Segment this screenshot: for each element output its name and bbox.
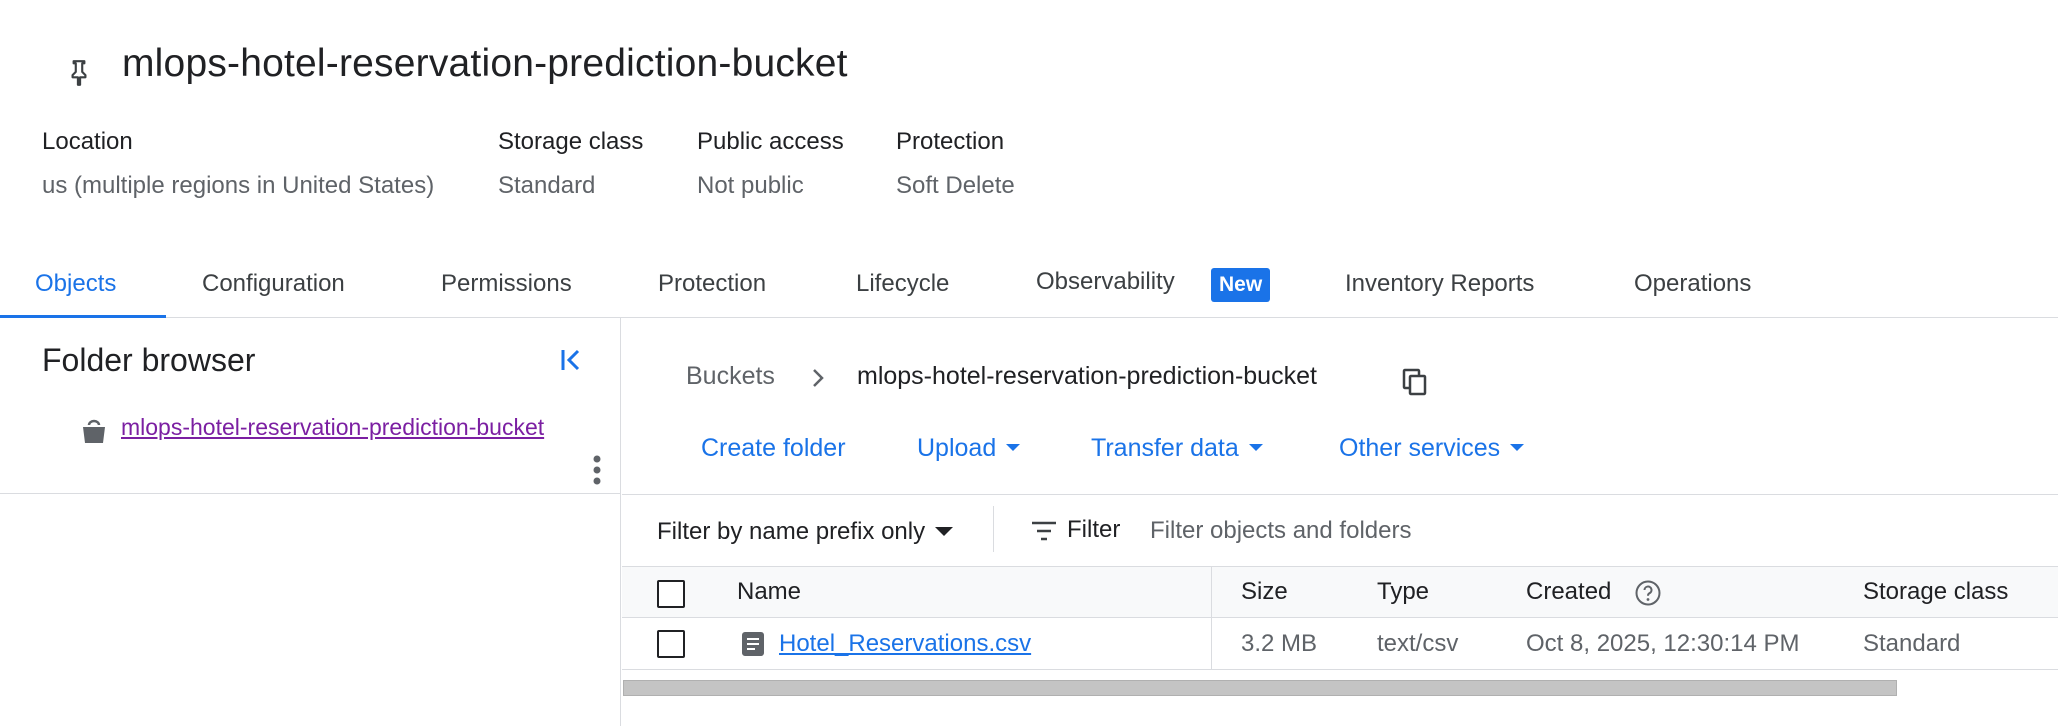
file-type: text/csv	[1377, 630, 1459, 657]
select-all-checkbox[interactable]	[657, 580, 685, 608]
location-value: us (multiple regions in United States)	[42, 172, 435, 199]
pin-icon[interactable]	[66, 58, 92, 88]
storage-class-value: Standard	[498, 172, 596, 199]
column-header-type[interactable]: Type	[1377, 578, 1429, 606]
protection-value: Soft Delete	[896, 172, 1015, 199]
breadcrumb-buckets-link[interactable]: Buckets	[686, 362, 775, 391]
bucket-icon	[83, 419, 105, 443]
column-header-size[interactable]: Size	[1241, 578, 1288, 606]
page-title: mlops-hotel-reservation-prediction-bucke…	[122, 42, 848, 85]
filter-label: Filter	[1067, 516, 1121, 543]
public-access-value: Not public	[697, 172, 804, 199]
chevron-down-icon	[1510, 444, 1525, 452]
filter-mode-label: Filter by name prefix only	[657, 518, 926, 545]
transfer-data-button[interactable]: Transfer data	[1091, 434, 1263, 463]
row-checkbox[interactable]	[657, 630, 685, 658]
file-storage-class: Standard	[1863, 630, 1961, 657]
tab-objects[interactable]: Objects	[35, 270, 116, 298]
tab-inventory-reports[interactable]: Inventory Reports	[1345, 270, 1534, 298]
copy-icon[interactable]	[1402, 368, 1428, 396]
file-name-link[interactable]: Hotel_Reservations.csv	[779, 630, 1031, 658]
file-created: Oct 8, 2025, 12:30:14 PM	[1526, 630, 1800, 657]
folder-browser-panel	[0, 318, 621, 726]
upload-button-label: Upload	[917, 434, 997, 462]
public-access-label: Public access	[697, 128, 844, 155]
column-header-name[interactable]: Name	[737, 578, 801, 606]
new-badge: New	[1211, 268, 1271, 302]
tab-operations[interactable]: Operations	[1634, 270, 1751, 298]
folder-tree-bucket-link[interactable]: mlops-hotel-reservation-prediction-bucke…	[121, 414, 544, 441]
dropdown-arrow-icon	[935, 526, 954, 536]
collapse-panel-icon[interactable]	[558, 346, 586, 374]
chevron-down-icon	[1006, 444, 1021, 452]
filter-input[interactable]	[1150, 512, 2030, 550]
tab-protection[interactable]: Protection	[658, 270, 766, 298]
more-vert-icon[interactable]	[590, 454, 604, 486]
other-services-button-label: Other services	[1339, 434, 1501, 462]
protection-label: Protection	[896, 128, 1005, 155]
horizontal-scrollbar-thumb[interactable]	[623, 680, 1897, 696]
tab-configuration[interactable]: Configuration	[202, 270, 345, 298]
transfer-data-button-label: Transfer data	[1091, 434, 1239, 462]
create-folder-button[interactable]: Create folder	[701, 434, 846, 463]
table-header	[622, 566, 2058, 618]
storage-class-label: Storage class	[498, 128, 644, 155]
upload-button[interactable]: Upload	[917, 434, 1021, 463]
tab-permissions[interactable]: Permissions	[441, 270, 572, 298]
folder-browser-title: Folder browser	[42, 342, 256, 378]
breadcrumb-current-bucket: mlops-hotel-reservation-prediction-bucke…	[857, 362, 1317, 390]
file-icon	[742, 632, 764, 656]
column-header-storage-class[interactable]: Storage class	[1863, 578, 2008, 606]
filter-list-icon	[1032, 521, 1056, 541]
filter-mode-dropdown[interactable]: Filter by name prefix only	[657, 518, 954, 546]
other-services-button[interactable]: Other services	[1339, 434, 1525, 463]
chevron-down-icon	[1248, 444, 1263, 452]
chevron-right-icon	[813, 369, 824, 387]
tab-observability[interactable]: Observability	[1036, 268, 1175, 296]
tab-bar: Objects Configuration Permissions Protec…	[0, 260, 2058, 318]
tab-lifecycle[interactable]: Lifecycle	[856, 270, 949, 298]
location-label: Location	[42, 128, 133, 155]
filter-divider	[993, 506, 994, 552]
column-divider	[1211, 566, 1212, 670]
file-size: 3.2 MB	[1241, 630, 1318, 657]
column-header-created[interactable]: Created	[1526, 578, 1611, 606]
help-icon[interactable]	[1634, 579, 1662, 607]
